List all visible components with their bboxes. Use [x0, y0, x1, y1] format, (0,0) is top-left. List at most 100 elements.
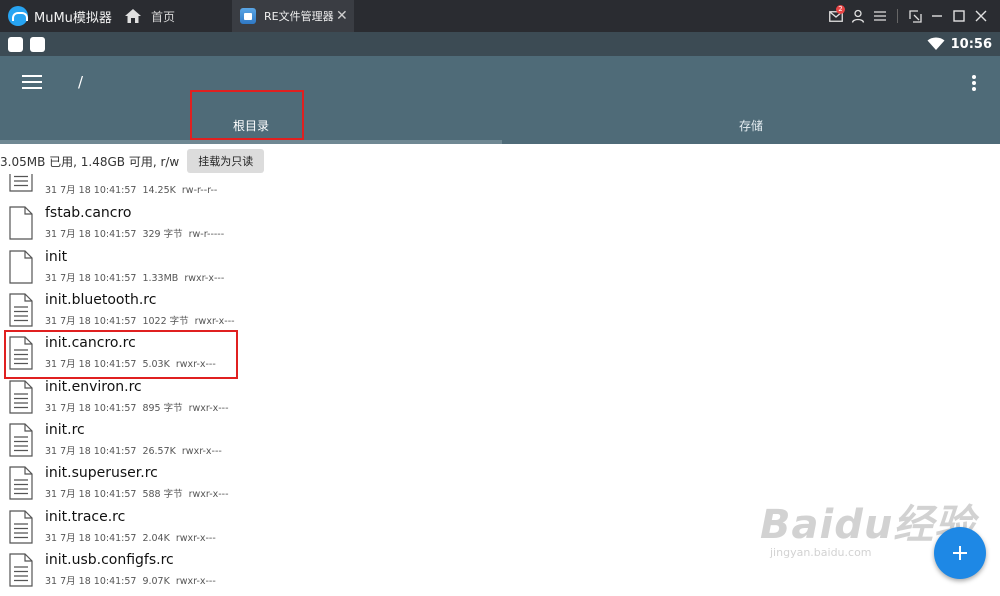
file-meta: 31 7月 18 10:41:57 14.25K rw-r--r-- [45, 182, 223, 196]
mail-button[interactable]: 2 [825, 0, 847, 32]
mount-read-only-button[interactable]: 挂载为只读 [187, 149, 265, 173]
list-item[interactable]: init.bluetooth.rc 31 7月 18 10:41:57 1022 … [0, 289, 1000, 332]
file-meta: 31 7月 18 10:41:57 2.04K rwxr-x--- [45, 530, 222, 544]
file-size: 329 字节 [142, 229, 183, 240]
list-item[interactable]: fstab.cancro 31 7月 18 10:41:57 329 字节 rw-r… [0, 202, 1000, 245]
file-size: 895 字节 [142, 403, 183, 414]
file-meta: 31 7月 18 10:41:57 1022 字节 rwxr-x--- [45, 313, 241, 327]
list-item[interactable]: init 31 7月 18 10:41:57 1.33MB rwxr-x--- [0, 246, 1000, 289]
android-status-bar: 10:56 [0, 32, 1000, 56]
text-file-icon [9, 466, 33, 500]
file-permissions: rw-r--r-- [181, 185, 218, 196]
file-permissions: rwxr-x--- [184, 273, 225, 284]
file-name: init.usb.configfs.rc [45, 552, 174, 568]
add-fab-button[interactable] [934, 527, 986, 579]
mumu-logo-icon [8, 6, 28, 26]
file-size: 14.25K [142, 185, 176, 196]
user-button[interactable] [847, 0, 869, 32]
file-date: 31 7月 18 10:41:57 [45, 185, 137, 196]
menu-lines-icon [874, 11, 886, 21]
file-date: 31 7月 18 10:41:57 [45, 273, 137, 284]
notification-badge: 2 [836, 5, 845, 14]
tab-app-label: RE文件管理器 [264, 10, 334, 23]
file-size: 9.07K [142, 576, 170, 587]
file-permissions: rwxr-x--- [175, 576, 216, 587]
file-meta: 31 7月 18 10:41:57 9.07K rwxr-x--- [45, 573, 222, 587]
text-file-icon [9, 293, 33, 327]
file-date: 31 7月 18 10:41:57 [45, 316, 137, 327]
app-icon [240, 8, 256, 24]
file-meta: 31 7月 18 10:41:57 895 字节 rwxr-x--- [45, 400, 235, 414]
file-name: init [45, 249, 68, 265]
screenshot-button[interactable] [904, 0, 926, 32]
file-name: fstab.cancro [45, 205, 132, 221]
file-name: init.environ.rc [45, 379, 142, 395]
file-meta: 31 7月 18 10:41:57 26.57K rwxr-x--- [45, 443, 228, 457]
annotation-highlight-box [190, 90, 304, 140]
tab-selected-indicator [0, 140, 502, 144]
list-item[interactable]: init.environ.rc 31 7月 18 10:41:57 895 字节 r… [0, 376, 1000, 419]
overflow-menu-icon[interactable] [969, 75, 979, 91]
blank-file-icon [9, 250, 33, 284]
emulator-name: MuMu模拟器 [34, 10, 112, 26]
file-date: 31 7月 18 10:41:57 [45, 489, 137, 500]
close-icon[interactable]: ✕ [336, 8, 354, 24]
emulator-title-bar: MuMu模拟器 首页 RE文件管理器 ✕ 2 [0, 0, 1000, 32]
file-size: 1022 字节 [142, 316, 189, 327]
file-meta: 31 7月 18 10:41:57 1.33MB rwxr-x--- [45, 270, 230, 284]
window-close-icon [975, 10, 987, 22]
text-file-icon [9, 423, 33, 457]
storage-usage-text: 3.05MB 已用, 1.48GB 可用, r/w [0, 154, 180, 169]
tab-re-file-manager[interactable]: RE文件管理器 ✕ [232, 0, 354, 32]
text-file-icon [9, 553, 33, 587]
annotation-highlight-box [4, 330, 238, 379]
storage-info-row: 3.05MB 已用, 1.48GB 可用, r/w 挂载为只读 [0, 148, 265, 174]
file-permissions: rwxr-x--- [181, 446, 222, 457]
text-file-icon [9, 510, 33, 544]
window-close-button[interactable] [970, 0, 992, 32]
minimize-button[interactable] [926, 0, 948, 32]
status-clock: 10:56 [950, 36, 992, 52]
status-notification-icon [8, 36, 23, 52]
screen-shot-icon [908, 9, 922, 23]
file-size: 2.04K [142, 533, 170, 544]
tab-storage[interactable]: 存储 [502, 112, 1000, 144]
file-size: 1.33MB [142, 273, 179, 284]
user-icon [851, 9, 865, 23]
text-file-icon [9, 174, 33, 192]
file-permissions: rwxr-x--- [194, 316, 235, 327]
file-permissions: rw-r----- [188, 229, 225, 240]
file-permissions: rwxr-x--- [188, 489, 229, 500]
blank-file-icon [9, 206, 33, 240]
file-size: 26.57K [142, 446, 176, 457]
file-date: 31 7月 18 10:41:57 [45, 533, 137, 544]
current-path: / [78, 73, 84, 91]
status-notification-icon [30, 36, 45, 52]
text-file-icon [9, 380, 33, 414]
file-name: init.superuser.rc [45, 465, 158, 481]
file-date: 31 7月 18 10:41:57 [45, 403, 137, 414]
screen: MuMu模拟器 首页 RE文件管理器 ✕ 2 10:56 / 根目录 存储 3.… [0, 0, 1000, 596]
file-date: 31 7月 18 10:41:57 [45, 229, 137, 240]
file-permissions: rwxr-x--- [188, 403, 229, 414]
wifi-icon [927, 37, 945, 50]
menu-lines-button[interactable] [869, 0, 891, 32]
emulator-logo: MuMu模拟器 [0, 6, 116, 26]
file-date: 31 7月 18 10:41:57 [45, 576, 137, 587]
file-permissions: rwxr-x--- [175, 533, 216, 544]
maximize-icon [953, 10, 965, 22]
home-icon [125, 9, 141, 23]
file-name: init.rc [45, 422, 85, 438]
file-date: 31 7月 18 10:41:57 [45, 446, 137, 457]
maximize-button[interactable] [948, 0, 970, 32]
list-item[interactable]: init.rc 31 7月 18 10:41:57 26.57K rwxr-x--- [0, 419, 1000, 462]
minimize-icon [932, 15, 942, 17]
window-controls: 2 [825, 0, 1000, 32]
tab-home[interactable]: 首页 [116, 0, 232, 32]
file-meta: 31 7月 18 10:41:57 329 字节 rw-r----- [45, 226, 230, 240]
hamburger-menu-icon[interactable] [22, 75, 42, 91]
app-toolbar: / 根目录 存储 [0, 56, 1000, 144]
file-name: init.trace.rc [45, 509, 126, 525]
file-size: 588 字节 [142, 489, 183, 500]
list-item[interactable]: 31 7月 18 10:41:57 14.25K rw-r--r-- [0, 174, 1000, 197]
